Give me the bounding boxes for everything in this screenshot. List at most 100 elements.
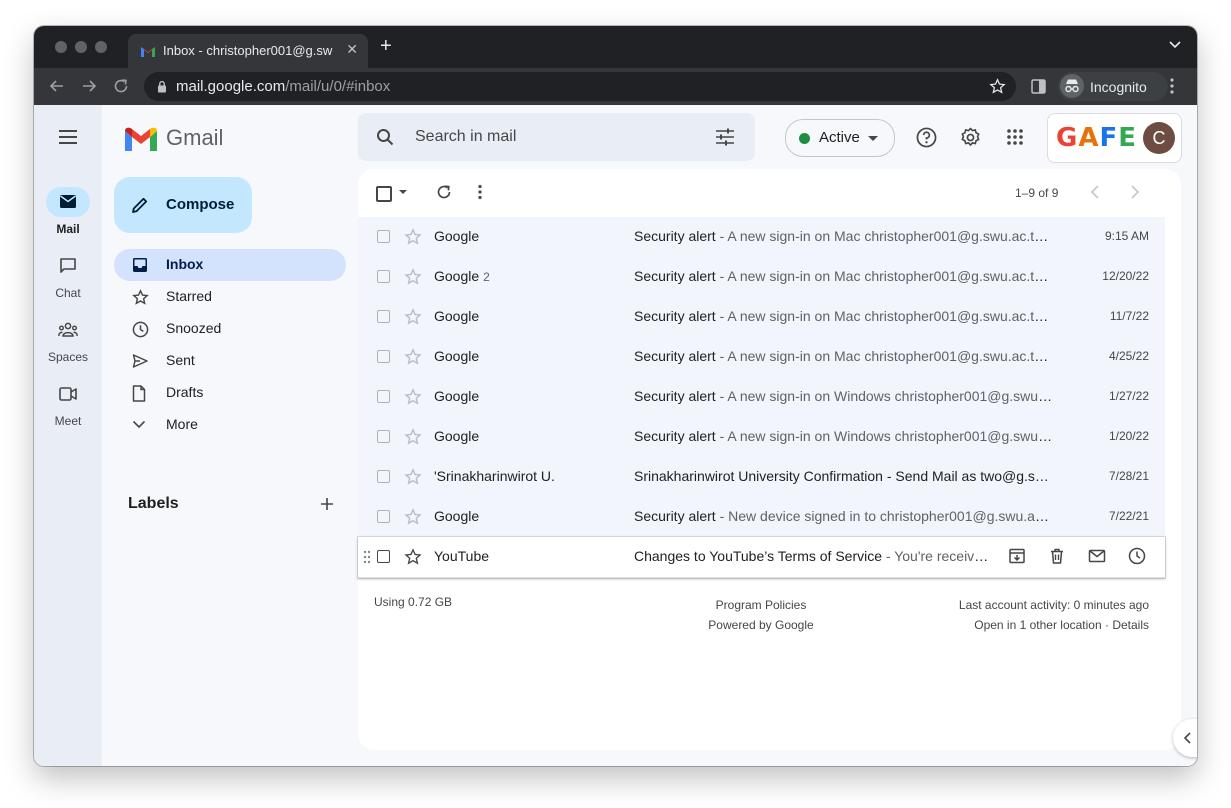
star-icon[interactable] xyxy=(404,348,422,371)
email-date: 4/25/22 xyxy=(1108,349,1149,363)
search-icon[interactable] xyxy=(376,128,394,146)
caret-down-icon xyxy=(868,136,878,141)
help-icon[interactable] xyxy=(916,127,937,148)
star-icon[interactable] xyxy=(404,308,422,331)
email-snippet: - A new sign-in on Windows christopher00… xyxy=(719,388,1054,404)
delete-icon[interactable] xyxy=(1048,547,1066,570)
row-checkbox[interactable] xyxy=(377,350,390,363)
address-bar[interactable]: mail.google.com/mail/u/0/#inbox xyxy=(144,72,1016,101)
window-close-button[interactable] xyxy=(55,41,67,53)
side-panel-icon[interactable] xyxy=(1031,79,1046,94)
window-minimize-button[interactable] xyxy=(75,41,87,53)
email-row[interactable]: Google Security alert - A new sign-in on … xyxy=(358,417,1165,458)
storage-usage[interactable]: Using 0.72 GB xyxy=(374,595,452,609)
back-icon[interactable] xyxy=(48,77,66,95)
star-icon[interactable] xyxy=(404,388,422,411)
row-checkbox[interactable] xyxy=(377,430,390,443)
left-rail: Mail Chat Spaces Meet xyxy=(34,105,102,766)
compose-button[interactable]: Compose xyxy=(114,177,252,233)
status-dropdown[interactable]: Active xyxy=(785,119,895,157)
email-row[interactable]: Google 2 Security alert - A new sign-in on… xyxy=(358,257,1165,298)
main-menu-icon[interactable] xyxy=(58,129,78,145)
apps-grid-icon[interactable] xyxy=(1007,129,1023,145)
email-row[interactable]: Google Security alert - New device signed… xyxy=(358,497,1165,538)
chevron-down-icon xyxy=(132,420,146,429)
email-snippet: - New device signed in to christopher001… xyxy=(719,508,1054,524)
more-options-icon[interactable] xyxy=(478,184,482,200)
side-panel-toggle[interactable] xyxy=(1173,719,1197,757)
inbox-icon xyxy=(133,258,147,272)
account-switcher[interactable]: GAFE C xyxy=(1047,113,1182,163)
new-tab-button[interactable]: + xyxy=(380,35,392,58)
rail-label: Spaces xyxy=(47,350,89,364)
program-policies-link[interactable]: Program Policies xyxy=(678,595,844,615)
email-row[interactable]: Google Security alert - A new sign-in on … xyxy=(358,217,1165,258)
email-snippet: - A new sign-in on Mac christopher001@g.… xyxy=(719,228,1054,244)
add-label-icon[interactable] xyxy=(320,497,334,511)
chevron-right-icon[interactable] xyxy=(1131,185,1139,199)
star-icon[interactable] xyxy=(404,508,422,531)
star-icon[interactable] xyxy=(404,268,422,291)
mail-icon xyxy=(60,195,76,208)
refresh-icon[interactable] xyxy=(436,184,452,200)
email-subject: Security alert xyxy=(634,508,716,524)
avatar[interactable]: C xyxy=(1143,122,1175,154)
email-row[interactable]: YouTube Changes to YouTube’s Terms of Ser… xyxy=(358,537,1165,578)
browser-tab[interactable]: Inbox - christopher001@g.swu.ac.th ✕ xyxy=(128,34,368,68)
search-bar[interactable]: Search in mail xyxy=(358,113,755,161)
nav-item-snoozed[interactable]: Snoozed xyxy=(114,313,346,345)
meet-icon xyxy=(59,387,77,401)
star-icon[interactable] xyxy=(404,428,422,451)
email-subject: Security alert xyxy=(634,428,716,444)
row-checkbox[interactable] xyxy=(377,230,390,243)
status-indicator xyxy=(799,133,810,144)
star-icon[interactable] xyxy=(404,548,422,571)
select-caret-icon[interactable] xyxy=(399,190,407,194)
nav-item-starred[interactable]: Starred xyxy=(114,281,346,313)
row-checkbox[interactable] xyxy=(377,310,390,323)
email-row[interactable]: Google Security alert - A new sign-in on … xyxy=(358,377,1165,418)
browser-menu-icon[interactable] xyxy=(1170,78,1174,94)
incognito-profile-button[interactable]: Incognito xyxy=(1058,72,1168,101)
email-subject: Security alert xyxy=(634,268,716,284)
email-date: 11/7/22 xyxy=(1109,309,1149,323)
star-icon[interactable] xyxy=(404,468,422,491)
email-preview: Security alert - New device signed in to… xyxy=(634,508,1054,524)
archive-icon[interactable] xyxy=(1008,547,1026,570)
window-zoom-button[interactable] xyxy=(95,41,107,53)
chevron-left-icon[interactable] xyxy=(1091,185,1099,199)
email-row[interactable]: Google Security alert - A new sign-in on … xyxy=(358,297,1165,338)
details-link[interactable]: Open in 1 other location · Details xyxy=(959,615,1149,635)
row-checkbox[interactable] xyxy=(377,550,390,563)
settings-gear-icon[interactable] xyxy=(960,127,981,148)
send-icon xyxy=(132,354,148,368)
email-row[interactable]: 'Srinakharinwirot U. Srinakharinwirot Uni… xyxy=(358,457,1165,498)
search-options-icon[interactable] xyxy=(715,128,735,146)
email-snippet: - A new sign-in on Mac christopher001@g.… xyxy=(719,268,1054,284)
tab-close-icon[interactable]: ✕ xyxy=(346,41,358,58)
tab-search-chevron-icon[interactable] xyxy=(1169,41,1181,49)
bookmark-star-icon[interactable] xyxy=(989,78,1006,95)
row-checkbox[interactable] xyxy=(377,270,390,283)
browser-titlebar: Inbox - christopher001@g.swu.ac.th ✕ + xyxy=(34,26,1197,68)
mark-as-read-icon[interactable] xyxy=(1088,547,1106,570)
select-all-checkbox[interactable] xyxy=(376,186,392,202)
email-sender: Google xyxy=(434,508,483,524)
nav-item-more[interactable]: More xyxy=(114,409,346,441)
row-checkbox[interactable] xyxy=(377,390,390,403)
gmail-logo-text[interactable]: Gmail xyxy=(166,125,223,151)
reload-icon[interactable] xyxy=(112,77,130,95)
star-icon[interactable] xyxy=(404,228,422,251)
gmail-logo-icon[interactable] xyxy=(125,127,157,151)
nav-item-sent[interactable]: Sent xyxy=(114,345,346,377)
nav-item-inbox[interactable]: Inbox xyxy=(114,249,346,281)
mail-list-panel: 1–9 of 9 Google Security alert - A new si… xyxy=(358,169,1181,750)
row-checkbox[interactable] xyxy=(377,470,390,483)
drag-handle-icon[interactable] xyxy=(363,550,371,564)
search-input[interactable]: Search in mail xyxy=(415,128,516,146)
nav-item-drafts[interactable]: Drafts xyxy=(114,377,346,409)
snooze-clock-icon[interactable] xyxy=(1128,547,1146,570)
forward-icon[interactable] xyxy=(80,77,98,95)
row-checkbox[interactable] xyxy=(377,510,390,523)
email-row[interactable]: Google Security alert - A new sign-in on … xyxy=(358,337,1165,378)
